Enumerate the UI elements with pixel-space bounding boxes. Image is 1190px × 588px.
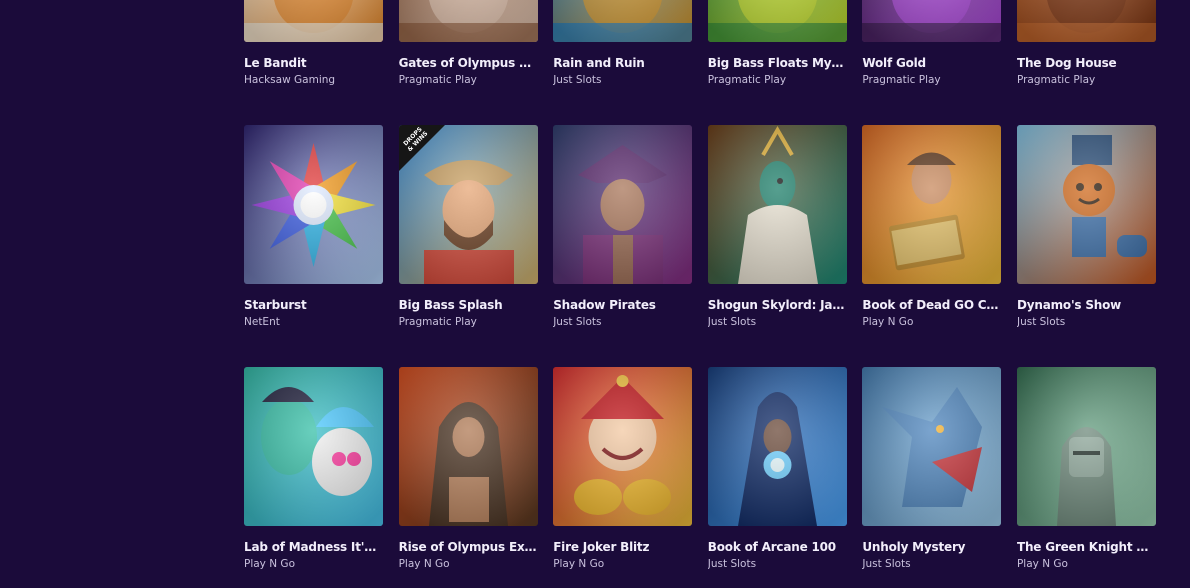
game-provider: Play N Go	[553, 558, 605, 570]
roulette-icon[interactable]	[398, 0, 538, 42]
game-title[interactable]: Gates of Olympus Roul...	[399, 55, 538, 71]
game-card[interactable]: Starburst NetEnt	[244, 125, 383, 367]
game-title[interactable]: Starburst	[244, 297, 383, 313]
game-title[interactable]: Fire Joker Blitz	[553, 539, 692, 555]
game-card[interactable]: The Dog House Pragmatic Play	[1016, 0, 1156, 125]
robot-icon[interactable]	[1016, 125, 1156, 284]
game-title[interactable]: Le Bandit	[244, 55, 383, 71]
game-provider: Play N Go	[1016, 558, 1068, 570]
game-provider: Just Slots	[707, 558, 757, 570]
game-provider: Hacksaw Gaming	[244, 74, 336, 86]
game-card[interactable]: Rise of Olympus Extreme Play N Go	[398, 367, 538, 588]
game-lobby-page: Le Bandit Hacksaw Gaming Gates of Olympus …	[0, 0, 1190, 588]
game-card[interactable]: Shogun Skylord: Jade ... Just Slots	[707, 125, 847, 367]
hooded-warrior-icon[interactable]	[398, 367, 538, 526]
wizard-orb-icon[interactable]	[707, 367, 847, 526]
game-card[interactable]: Book of Arcane 100 Just Slots	[707, 367, 847, 588]
starburst-icon[interactable]	[244, 125, 383, 284]
green-knight-icon[interactable]	[1016, 367, 1156, 526]
joker-icon[interactable]	[553, 367, 693, 526]
game-provider: Pragmatic Play	[398, 74, 477, 86]
game-title[interactable]: Book of Dead GO Collect	[862, 297, 1001, 313]
game-title[interactable]: The Green Knight Oath...	[1017, 539, 1156, 555]
game-card[interactable]: Unholy Mystery Just Slots	[862, 367, 1002, 588]
game-provider: Just Slots	[553, 74, 602, 86]
rain-ruin-icon[interactable]	[553, 0, 693, 42]
game-provider: Play N Go	[398, 558, 450, 570]
game-grid: Le Bandit Hacksaw Gaming Gates of Olympus …	[244, 0, 1156, 588]
game-provider: Pragmatic Play	[1016, 74, 1096, 86]
game-provider: Pragmatic Play	[862, 74, 941, 86]
game-title[interactable]: Rain and Ruin	[553, 55, 692, 71]
fisherman-icon[interactable]: DROPS & WINS	[398, 125, 538, 284]
dog-house-icon[interactable]	[1016, 0, 1156, 42]
game-card[interactable]: DROPS & WINS Big Bass Splash Pragmatic Pla…	[398, 125, 538, 367]
werewolf-icon[interactable]	[862, 367, 1002, 526]
game-provider: Just Slots	[553, 316, 602, 328]
game-card[interactable]: The Green Knight Oath... Play N Go	[1016, 367, 1156, 588]
peacock-icon[interactable]	[707, 125, 847, 284]
game-provider: Just Slots	[707, 316, 757, 328]
game-title[interactable]: Big Bass Floats My Boat	[708, 55, 847, 71]
game-card[interactable]: Dynamo's Show Just Slots	[1016, 125, 1156, 367]
bandit-icon[interactable]	[244, 0, 383, 42]
pirate-icon[interactable]	[553, 125, 693, 284]
mad-scientist-icon[interactable]	[244, 367, 383, 526]
game-title[interactable]: Book of Arcane 100	[708, 539, 847, 555]
game-provider: Play N Go	[244, 558, 295, 570]
game-card[interactable]: Gates of Olympus Roul... Pragmatic Play	[398, 0, 538, 125]
game-title[interactable]: Dynamo's Show	[1017, 297, 1156, 313]
game-provider: Pragmatic Play	[707, 74, 787, 86]
game-title[interactable]: Big Bass Splash	[399, 297, 538, 313]
game-provider: Pragmatic Play	[398, 316, 477, 328]
game-title[interactable]: Shogun Skylord: Jade ...	[708, 297, 847, 313]
game-provider: Just Slots	[1016, 316, 1066, 328]
wolf-gold-icon[interactable]	[862, 0, 1002, 42]
bass-boat-icon[interactable]	[707, 0, 847, 42]
game-title[interactable]: Unholy Mystery	[862, 539, 1001, 555]
game-card[interactable]: Shadow Pirates Just Slots	[553, 125, 693, 367]
game-title[interactable]: Rise of Olympus Extreme	[399, 539, 538, 555]
game-provider: NetEnt	[244, 316, 280, 328]
game-card[interactable]: Rain and Ruin Just Slots	[553, 0, 693, 125]
game-provider: Just Slots	[862, 558, 911, 570]
game-title[interactable]: Shadow Pirates	[553, 297, 692, 313]
game-title[interactable]: The Dog House	[1017, 55, 1156, 71]
explorer-book-icon[interactable]	[862, 125, 1002, 284]
game-card[interactable]: Fire Joker Blitz Play N Go	[553, 367, 693, 588]
game-title[interactable]: Wolf Gold	[862, 55, 1001, 71]
game-card[interactable]: Le Bandit Hacksaw Gaming	[244, 0, 383, 125]
game-provider: Play N Go	[862, 316, 914, 328]
game-card[interactable]: Wolf Gold Pragmatic Play	[862, 0, 1002, 125]
game-card[interactable]: Big Bass Floats My Boat Pragmatic Play	[707, 0, 847, 125]
game-card[interactable]: Lab of Madness It's A-... Play N Go	[244, 367, 383, 588]
game-card[interactable]: Book of Dead GO Collect Play N Go	[862, 125, 1002, 367]
game-title[interactable]: Lab of Madness It's A-...	[244, 539, 383, 555]
